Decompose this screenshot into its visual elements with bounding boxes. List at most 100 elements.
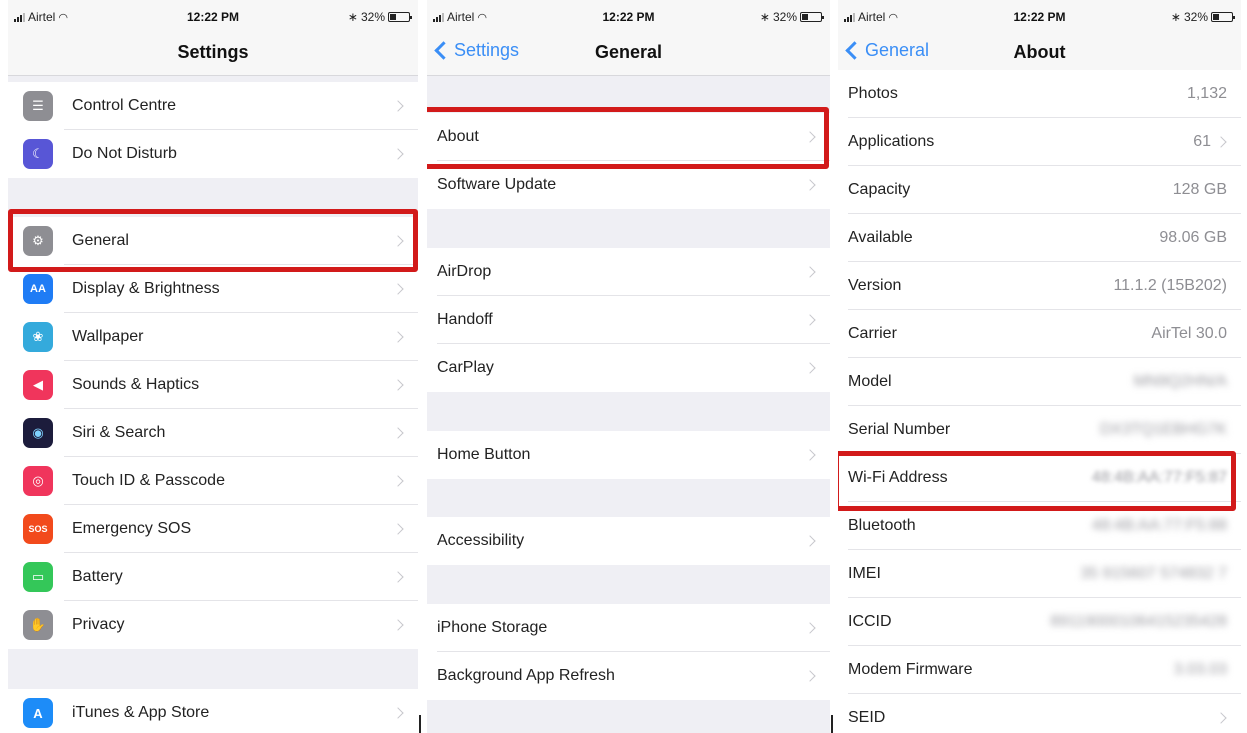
page-title: Settings bbox=[177, 42, 249, 62]
settings-item-wallpaper[interactable]: ❀ Wallpaper bbox=[8, 313, 418, 361]
general-item-label: Background App Refresh bbox=[437, 667, 615, 684]
general-group-4: Accessibility bbox=[427, 517, 830, 565]
settings-item-label: Privacy bbox=[72, 616, 125, 633]
about-row-value: 98.06 GB bbox=[1159, 229, 1227, 246]
general-item-label: iPhone Storage bbox=[437, 619, 548, 636]
battery-percent: 32% bbox=[772, 10, 797, 24]
settings-item-label: Control Centre bbox=[72, 97, 177, 114]
general-item-home-button[interactable]: Home Button bbox=[427, 431, 830, 479]
page-title: About bbox=[1013, 42, 1066, 62]
chevron-right-icon bbox=[804, 622, 816, 634]
settings-item-control-centre[interactable]: ☰ Control Centre bbox=[8, 82, 418, 130]
chevron-right-icon bbox=[804, 179, 816, 191]
about-row-label: Version bbox=[848, 277, 902, 294]
settings-item-display-brightness[interactable]: AA Display & Brightness bbox=[8, 265, 418, 313]
about-row-value: 61 bbox=[1193, 133, 1211, 150]
about-row-imei: IMEI 35 915607 574832 7 bbox=[838, 550, 1241, 598]
battery-icon bbox=[1211, 12, 1235, 22]
about-row-model: Model MN9Q2HN/A bbox=[838, 358, 1241, 406]
chevron-right-icon bbox=[804, 314, 816, 326]
general-item-handoff[interactable]: Handoff bbox=[427, 296, 830, 344]
siri-icon: ◉ bbox=[23, 418, 53, 448]
chevron-right-icon bbox=[1215, 136, 1227, 148]
settings-item-label: iTunes & App Store bbox=[72, 704, 210, 721]
about-row-modem-firmware: Modem Firmware 3.03.03 bbox=[838, 646, 1241, 694]
battery-icon bbox=[388, 12, 412, 22]
about-row-iccid: ICCID 89119000106415235428 bbox=[838, 598, 1241, 646]
aa-icon: AA bbox=[23, 274, 53, 304]
fingerprint-icon: ◎ bbox=[23, 466, 53, 496]
about-row-label: Serial Number bbox=[848, 421, 951, 438]
settings-item-general[interactable]: ⚙ General bbox=[8, 217, 418, 265]
about-row-seid[interactable]: SEID bbox=[838, 694, 1241, 733]
settings-group-1: ☰ Control Centre ☾ Do Not Disturb bbox=[8, 82, 418, 178]
status-bar: Airtel ◠ 12:22 PM ∗ 32% bbox=[838, 0, 1241, 34]
about-panel: Airtel ◠ 12:22 PM ∗ 32% General About Phot… bbox=[838, 0, 1241, 733]
about-row-value: 1,132 bbox=[1186, 85, 1227, 102]
settings-item-label: Display & Brightness bbox=[72, 280, 220, 297]
sos-icon: SOS bbox=[23, 514, 53, 544]
settings-item-battery[interactable]: ▭ Battery bbox=[8, 553, 418, 601]
about-row-label: Capacity bbox=[848, 181, 911, 198]
settings-item-sounds-haptics[interactable]: ◀ Sounds & Haptics bbox=[8, 361, 418, 409]
gear-icon: ⚙ bbox=[23, 226, 53, 256]
about-row-label: IMEI bbox=[848, 565, 881, 582]
about-row-value: 3.03.03 bbox=[1173, 661, 1227, 678]
settings-item-privacy[interactable]: ✋ Privacy bbox=[8, 601, 418, 649]
settings-item-emergency-sos[interactable]: SOS Emergency SOS bbox=[8, 505, 418, 553]
general-item-software-update[interactable]: Software Update bbox=[427, 161, 830, 209]
chevron-right-icon bbox=[804, 362, 816, 374]
about-row-applications[interactable]: Applications 61 bbox=[838, 118, 1241, 166]
about-row-serial-number: Serial Number DX3TQ1EBHG7K bbox=[838, 406, 1241, 454]
about-row-value: 35 915607 574832 7 bbox=[1080, 565, 1227, 582]
divider bbox=[831, 715, 833, 733]
about-row-carrier: Carrier AirTel 30.0 bbox=[838, 310, 1241, 358]
speaker-icon: ◀ bbox=[23, 370, 53, 400]
settings-item-label: Do Not Disturb bbox=[72, 145, 177, 162]
about-row-label: SEID bbox=[848, 709, 886, 726]
general-item-label: About bbox=[437, 128, 479, 145]
general-item-label: Home Button bbox=[437, 446, 531, 463]
about-row-version: Version 11.1.2 (15B202) bbox=[838, 262, 1241, 310]
chevron-right-icon bbox=[392, 571, 404, 583]
settings-item-do-not-disturb[interactable]: ☾ Do Not Disturb bbox=[8, 130, 418, 178]
about-row-value: AirTel 30.0 bbox=[1151, 325, 1227, 342]
about-row-label: Bluetooth bbox=[848, 517, 916, 534]
moon-icon: ☾ bbox=[23, 139, 53, 169]
general-item-carplay[interactable]: CarPlay bbox=[427, 344, 830, 392]
chevron-right-icon bbox=[804, 670, 816, 682]
general-item-airdrop[interactable]: AirDrop bbox=[427, 248, 830, 296]
chevron-right-icon bbox=[392, 331, 404, 343]
chevron-right-icon bbox=[392, 100, 404, 112]
general-item-accessibility[interactable]: Accessibility bbox=[427, 517, 830, 565]
general-item-about[interactable]: About bbox=[427, 113, 830, 161]
status-bar: Airtel ◠ 12:22 PM ∗ 32% bbox=[427, 0, 830, 34]
general-panel: Airtel ◠ 12:22 PM ∗ 32% Settings General A… bbox=[427, 0, 830, 733]
chevron-right-icon bbox=[392, 235, 404, 247]
bluetooth-icon: ∗ bbox=[1170, 10, 1181, 24]
chevron-right-icon bbox=[392, 619, 404, 631]
settings-item-label: Battery bbox=[72, 568, 123, 585]
general-item-iphone-storage[interactable]: iPhone Storage bbox=[427, 604, 830, 652]
chevron-right-icon bbox=[804, 535, 816, 547]
nav-bar: Settings bbox=[8, 34, 418, 76]
chevron-right-icon bbox=[392, 475, 404, 487]
chevron-right-icon bbox=[804, 449, 816, 461]
chevron-right-icon bbox=[392, 379, 404, 391]
settings-item-itunes-app-store[interactable]: A iTunes & App Store bbox=[8, 689, 418, 733]
settings-item-siri-search[interactable]: ◉ Siri & Search bbox=[8, 409, 418, 457]
about-row-value: 89119000106415235428 bbox=[1050, 613, 1227, 630]
about-row-label: Wi-Fi Address bbox=[848, 469, 948, 486]
bluetooth-icon: ∗ bbox=[759, 10, 770, 24]
chevron-right-icon bbox=[392, 427, 404, 439]
about-row-value: DX3TQ1EBHG7K bbox=[1099, 421, 1227, 438]
about-row-label: Carrier bbox=[848, 325, 897, 342]
about-row-capacity: Capacity 128 GB bbox=[838, 166, 1241, 214]
settings-group-3: A iTunes & App Store bbox=[8, 689, 418, 733]
settings-item-touch-id[interactable]: ◎ Touch ID & Passcode bbox=[8, 457, 418, 505]
chevron-right-icon bbox=[1215, 712, 1227, 724]
nav-bar: Settings General bbox=[427, 34, 830, 76]
about-row-photos: Photos 1,132 bbox=[838, 70, 1241, 118]
general-item-background-app-refresh[interactable]: Background App Refresh bbox=[427, 652, 830, 700]
about-row-value: 128 GB bbox=[1172, 181, 1227, 198]
